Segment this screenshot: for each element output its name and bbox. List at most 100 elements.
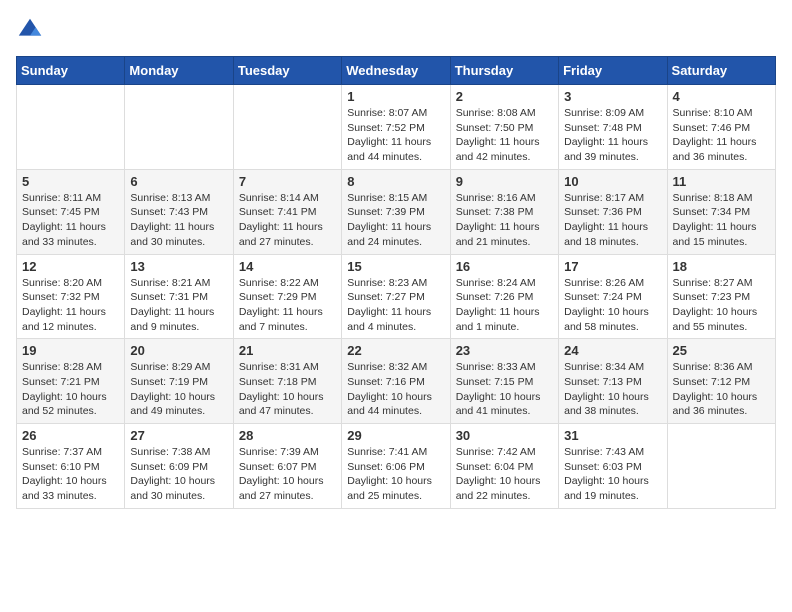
day-info: Sunrise: 7:39 AM Sunset: 6:07 PM Dayligh… xyxy=(239,445,336,504)
day-number: 9 xyxy=(456,174,553,189)
weekday-header: Thursday xyxy=(450,57,558,85)
day-number: 14 xyxy=(239,259,336,274)
calendar-week-row: 1 Sunrise: 8:07 AM Sunset: 7:52 PM Daylig… xyxy=(17,85,776,170)
calendar-cell: 5Sunrise: 8:11 AM Sunset: 7:45 PM Daylig… xyxy=(17,169,125,254)
calendar-cell: 23 Sunrise: 8:33 AM Sunset: 7:15 PM Dayli… xyxy=(450,339,558,424)
calendar-cell: 22 Sunrise: 8:32 AM Sunset: 7:16 PM Dayli… xyxy=(342,339,450,424)
day-number: 4 xyxy=(673,89,770,104)
day-number: 19 xyxy=(22,343,119,358)
day-info: Sunrise: 8:21 AM Sunset: 7:31 PM Dayligh… xyxy=(130,276,227,335)
calendar-cell: 13 Sunrise: 8:21 AM Sunset: 7:31 PM Dayli… xyxy=(125,254,233,339)
weekday-header: Tuesday xyxy=(233,57,341,85)
calendar-cell: 4 Sunrise: 8:10 AM Sunset: 7:46 PM Daylig… xyxy=(667,85,775,170)
day-info: Sunrise: 8:28 AM Sunset: 7:21 PM Dayligh… xyxy=(22,360,119,419)
calendar-cell: 29 Sunrise: 7:41 AM Sunset: 6:06 PM Dayli… xyxy=(342,424,450,509)
calendar-cell: 3 Sunrise: 8:09 AM Sunset: 7:48 PM Daylig… xyxy=(559,85,667,170)
day-number: 21 xyxy=(239,343,336,358)
calendar-cell: 2 Sunrise: 8:08 AM Sunset: 7:50 PM Daylig… xyxy=(450,85,558,170)
day-info: Sunrise: 8:14 AM Sunset: 7:41 PM Dayligh… xyxy=(239,191,336,250)
calendar-week-row: 26Sunrise: 7:37 AM Sunset: 6:10 PM Dayli… xyxy=(17,424,776,509)
calendar-cell: 24Sunrise: 8:34 AM Sunset: 7:13 PM Dayli… xyxy=(559,339,667,424)
day-info: Sunrise: 8:32 AM Sunset: 7:16 PM Dayligh… xyxy=(347,360,444,419)
calendar-cell: 15Sunrise: 8:23 AM Sunset: 7:27 PM Dayli… xyxy=(342,254,450,339)
weekday-header: Monday xyxy=(125,57,233,85)
day-info: Sunrise: 8:29 AM Sunset: 7:19 PM Dayligh… xyxy=(130,360,227,419)
calendar-cell: 25 Sunrise: 8:36 AM Sunset: 7:12 PM Dayli… xyxy=(667,339,775,424)
day-info: Sunrise: 7:43 AM Sunset: 6:03 PM Dayligh… xyxy=(564,445,661,504)
calendar-cell: 18 Sunrise: 8:27 AM Sunset: 7:23 PM Dayli… xyxy=(667,254,775,339)
day-number: 24 xyxy=(564,343,661,358)
day-number: 23 xyxy=(456,343,553,358)
day-info: Sunrise: 8:27 AM Sunset: 7:23 PM Dayligh… xyxy=(673,276,770,335)
day-number: 25 xyxy=(673,343,770,358)
day-number: 5 xyxy=(22,174,119,189)
calendar-cell: 6Sunrise: 8:13 AM Sunset: 7:43 PM Daylig… xyxy=(125,169,233,254)
day-number: 1 xyxy=(347,89,444,104)
day-info: Sunrise: 8:22 AM Sunset: 7:29 PM Dayligh… xyxy=(239,276,336,335)
calendar-cell xyxy=(667,424,775,509)
day-info: Sunrise: 8:10 AM Sunset: 7:46 PM Dayligh… xyxy=(673,106,770,165)
day-info: Sunrise: 8:07 AM Sunset: 7:52 PM Dayligh… xyxy=(347,106,444,165)
day-number: 7 xyxy=(239,174,336,189)
day-number: 30 xyxy=(456,428,553,443)
calendar: SundayMondayTuesdayWednesdayThursdayFrid… xyxy=(16,56,776,509)
calendar-cell: 28 Sunrise: 7:39 AM Sunset: 6:07 PM Dayli… xyxy=(233,424,341,509)
day-number: 10 xyxy=(564,174,661,189)
day-info: Sunrise: 8:17 AM Sunset: 7:36 PM Dayligh… xyxy=(564,191,661,250)
day-info: Sunrise: 7:41 AM Sunset: 6:06 PM Dayligh… xyxy=(347,445,444,504)
day-info: Sunrise: 8:09 AM Sunset: 7:48 PM Dayligh… xyxy=(564,106,661,165)
day-number: 15 xyxy=(347,259,444,274)
weekday-header: Friday xyxy=(559,57,667,85)
calendar-cell: 1 Sunrise: 8:07 AM Sunset: 7:52 PM Daylig… xyxy=(342,85,450,170)
day-number: 16 xyxy=(456,259,553,274)
weekday-header-row: SundayMondayTuesdayWednesdayThursdayFrid… xyxy=(17,57,776,85)
logo xyxy=(16,16,48,44)
calendar-cell xyxy=(17,85,125,170)
calendar-cell: 14 Sunrise: 8:22 AM Sunset: 7:29 PM Dayli… xyxy=(233,254,341,339)
logo-icon xyxy=(16,16,44,44)
day-number: 26 xyxy=(22,428,119,443)
calendar-cell: 8 Sunrise: 8:15 AM Sunset: 7:39 PM Daylig… xyxy=(342,169,450,254)
day-number: 20 xyxy=(130,343,227,358)
calendar-cell: 27 Sunrise: 7:38 AM Sunset: 6:09 PM Dayli… xyxy=(125,424,233,509)
day-info: Sunrise: 8:24 AM Sunset: 7:26 PM Dayligh… xyxy=(456,276,553,335)
calendar-cell: 17Sunrise: 8:26 AM Sunset: 7:24 PM Dayli… xyxy=(559,254,667,339)
day-info: Sunrise: 8:18 AM Sunset: 7:34 PM Dayligh… xyxy=(673,191,770,250)
day-number: 22 xyxy=(347,343,444,358)
page-header xyxy=(16,16,776,44)
day-number: 3 xyxy=(564,89,661,104)
calendar-cell: 31 Sunrise: 7:43 AM Sunset: 6:03 PM Dayli… xyxy=(559,424,667,509)
day-number: 31 xyxy=(564,428,661,443)
day-info: Sunrise: 7:42 AM Sunset: 6:04 PM Dayligh… xyxy=(456,445,553,504)
calendar-cell: 11 Sunrise: 8:18 AM Sunset: 7:34 PM Dayli… xyxy=(667,169,775,254)
calendar-cell: 12 Sunrise: 8:20 AM Sunset: 7:32 PM Dayli… xyxy=(17,254,125,339)
day-info: Sunrise: 8:13 AM Sunset: 7:43 PM Dayligh… xyxy=(130,191,227,250)
day-number: 29 xyxy=(347,428,444,443)
weekday-header: Wednesday xyxy=(342,57,450,85)
day-number: 2 xyxy=(456,89,553,104)
day-number: 18 xyxy=(673,259,770,274)
day-info: Sunrise: 8:08 AM Sunset: 7:50 PM Dayligh… xyxy=(456,106,553,165)
day-number: 28 xyxy=(239,428,336,443)
weekday-header: Saturday xyxy=(667,57,775,85)
day-info: Sunrise: 8:16 AM Sunset: 7:38 PM Dayligh… xyxy=(456,191,553,250)
day-info: Sunrise: 8:26 AM Sunset: 7:24 PM Dayligh… xyxy=(564,276,661,335)
calendar-week-row: 5Sunrise: 8:11 AM Sunset: 7:45 PM Daylig… xyxy=(17,169,776,254)
calendar-cell: 9 Sunrise: 8:16 AM Sunset: 7:38 PM Daylig… xyxy=(450,169,558,254)
calendar-cell: 30 Sunrise: 7:42 AM Sunset: 6:04 PM Dayli… xyxy=(450,424,558,509)
day-info: Sunrise: 8:20 AM Sunset: 7:32 PM Dayligh… xyxy=(22,276,119,335)
day-info: Sunrise: 8:31 AM Sunset: 7:18 PM Dayligh… xyxy=(239,360,336,419)
day-number: 13 xyxy=(130,259,227,274)
calendar-cell: 10 Sunrise: 8:17 AM Sunset: 7:36 PM Dayli… xyxy=(559,169,667,254)
day-number: 8 xyxy=(347,174,444,189)
day-info: Sunrise: 8:36 AM Sunset: 7:12 PM Dayligh… xyxy=(673,360,770,419)
calendar-cell: 7 Sunrise: 8:14 AM Sunset: 7:41 PM Daylig… xyxy=(233,169,341,254)
day-info: Sunrise: 8:33 AM Sunset: 7:15 PM Dayligh… xyxy=(456,360,553,419)
day-info: Sunrise: 8:15 AM Sunset: 7:39 PM Dayligh… xyxy=(347,191,444,250)
day-number: 12 xyxy=(22,259,119,274)
day-number: 27 xyxy=(130,428,227,443)
day-number: 11 xyxy=(673,174,770,189)
calendar-cell: 16 Sunrise: 8:24 AM Sunset: 7:26 PM Dayli… xyxy=(450,254,558,339)
calendar-cell xyxy=(233,85,341,170)
day-info: Sunrise: 7:38 AM Sunset: 6:09 PM Dayligh… xyxy=(130,445,227,504)
